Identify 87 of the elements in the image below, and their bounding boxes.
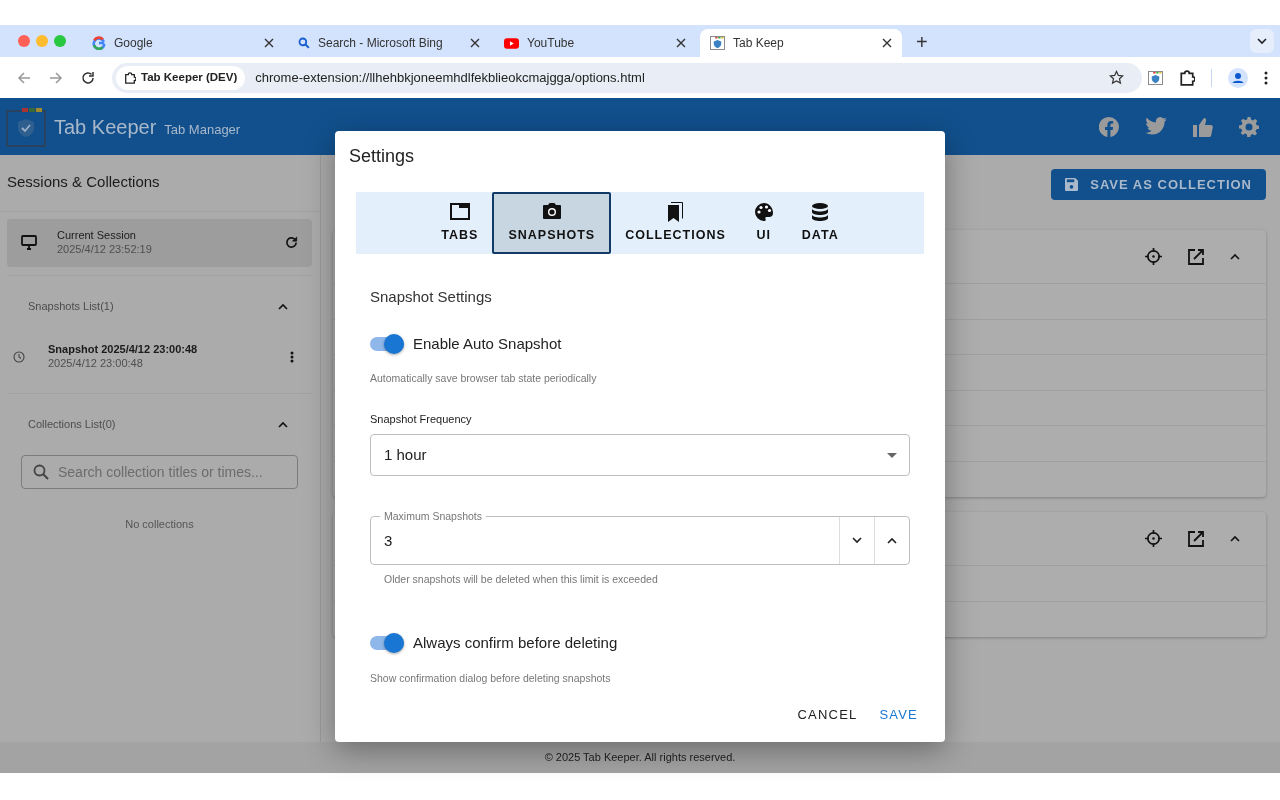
toggle-label: Enable Auto Snapshot	[413, 333, 562, 354]
dropdown-icon	[887, 452, 897, 458]
crosshair-icon[interactable]	[1145, 530, 1162, 547]
puzzle-icon	[124, 71, 136, 84]
session-title: Current Session	[57, 228, 137, 243]
help-text: Older snapshots will be deleted when this limit is exceeded	[384, 572, 659, 588]
monitor-icon	[21, 235, 37, 250]
thumbs-up-icon[interactable]	[1193, 116, 1213, 137]
section-title: Snapshot Settings	[370, 287, 493, 307]
help-text: Show confirmation dialog before deleting snapshots	[370, 670, 612, 686]
extension-chip[interactable]: Tab Keeper (DEV)	[116, 65, 246, 90]
logo-icon	[6, 106, 46, 147]
forward-icon[interactable]	[49, 70, 63, 85]
browser-tab[interactable]: Google	[82, 29, 284, 57]
bird-icon[interactable]	[1145, 116, 1167, 135]
snapshot-time: 2025/4/12 23:00:48	[48, 356, 144, 371]
browser-tab[interactable]: Search - Microsoft Bing	[288, 29, 490, 57]
more-icon[interactable]	[1264, 70, 1268, 85]
collapse-icon[interactable]	[278, 302, 288, 310]
camera-icon	[541, 201, 562, 222]
url-text: chrome-extension://llhehbkjoneemhdlfekblieokcmajgga/options.html	[255, 68, 646, 87]
palette-icon	[753, 201, 774, 222]
section-header[interactable]: Snapshots List(1)	[28, 297, 114, 315]
footer-text: © 2025 Tab Keeper. All rights reserved.	[0, 742, 1280, 773]
frequency-select[interactable]: 1 hour	[370, 434, 910, 477]
crosshair-icon[interactable]	[1145, 248, 1162, 265]
google-icon	[92, 36, 106, 50]
session-time: 2025/4/12 23:52:19	[57, 242, 153, 257]
empty-message: No collections	[124, 516, 195, 532]
search-icon	[33, 463, 49, 480]
new-tab-button[interactable]: +	[916, 32, 928, 52]
settings-icon[interactable]	[1239, 116, 1259, 137]
dialog-title: Settings	[349, 145, 416, 168]
window-icon	[449, 201, 470, 222]
toggle-switch[interactable]	[370, 336, 404, 351]
settings-tab[interactable]: TABS	[427, 192, 493, 254]
snapshot-item[interactable]: Snapshot 2025/4/12 23:00:48 2025/4/12 23:00:48	[7, 334, 312, 379]
tab-list-icon[interactable]	[1250, 29, 1274, 53]
save-button[interactable]: SAVE	[873, 700, 924, 728]
chevron-up-icon	[887, 537, 897, 545]
facebook-icon[interactable]	[1099, 116, 1119, 137]
settings-tab[interactable]: DATA	[787, 192, 853, 254]
close-icon[interactable]	[470, 38, 480, 48]
close-icon[interactable]	[264, 38, 274, 48]
current-session-item[interactable]: Current Session 2025/4/12 23:52:19	[7, 218, 312, 267]
more-icon[interactable]	[290, 350, 294, 363]
address-bar[interactable]: Tab Keeper (DEV) chrome-extension://llhehbkjoneemhdlfekblieokcmajgga/options.html	[112, 62, 1142, 93]
save-as-collection-button[interactable]: SAVE AS COLLECTION	[1051, 169, 1266, 200]
sidebar-title: Sessions & Collections	[0, 155, 320, 212]
shield-icon	[710, 36, 725, 50]
help-text: Automatically save browser tab state periodically	[370, 371, 598, 386]
collapse-icon[interactable]	[1230, 253, 1240, 260]
database-icon	[810, 201, 831, 222]
settings-tab[interactable]: COLLECTIONS	[611, 192, 740, 254]
cancel-button[interactable]: CANCEL	[791, 700, 864, 728]
clock-icon	[13, 350, 25, 363]
search-field[interactable]: Search collection titles or times...	[21, 454, 298, 489]
snapshot-title: Snapshot 2025/4/12 23:00:48	[48, 342, 199, 357]
refresh-icon[interactable]	[285, 236, 298, 249]
open-external-icon[interactable]	[1188, 248, 1204, 265]
close-icon[interactable]	[676, 38, 686, 48]
bookmarks-icon	[665, 201, 686, 222]
save-icon	[1065, 178, 1079, 191]
search-icon	[298, 37, 310, 49]
toggle-switch[interactable]	[370, 636, 404, 651]
field-label: Maximum Snapshots	[380, 509, 487, 524]
browser-tab[interactable]: Tab Keep	[700, 29, 902, 57]
collapse-icon[interactable]	[1230, 535, 1240, 542]
puzzle-icon[interactable]	[1179, 69, 1195, 86]
app-title: Tab Keeper	[54, 114, 157, 140]
avatar-icon[interactable]	[1228, 67, 1248, 88]
browser-tab[interactable]: YouTube	[494, 29, 696, 57]
back-icon[interactable]	[17, 70, 31, 85]
play-icon	[504, 37, 519, 49]
star-icon[interactable]	[1109, 70, 1124, 85]
toggle-label: Always confirm before deleting	[413, 633, 618, 653]
settings-tab[interactable]: SNAPSHOTS	[492, 192, 612, 254]
reload-icon[interactable]	[81, 70, 95, 85]
section-header[interactable]: Collections List(0)	[28, 415, 116, 433]
chevron-down-icon	[852, 537, 862, 545]
field-label: Snapshot Frequency	[370, 411, 473, 427]
close-icon[interactable]	[882, 38, 892, 48]
open-external-icon[interactable]	[1188, 530, 1204, 547]
collapse-icon[interactable]	[278, 420, 288, 428]
extension-icon[interactable]	[1148, 70, 1163, 85]
app-subtitle: Tab Manager	[164, 120, 241, 139]
settings-tab[interactable]: UI	[739, 192, 788, 254]
